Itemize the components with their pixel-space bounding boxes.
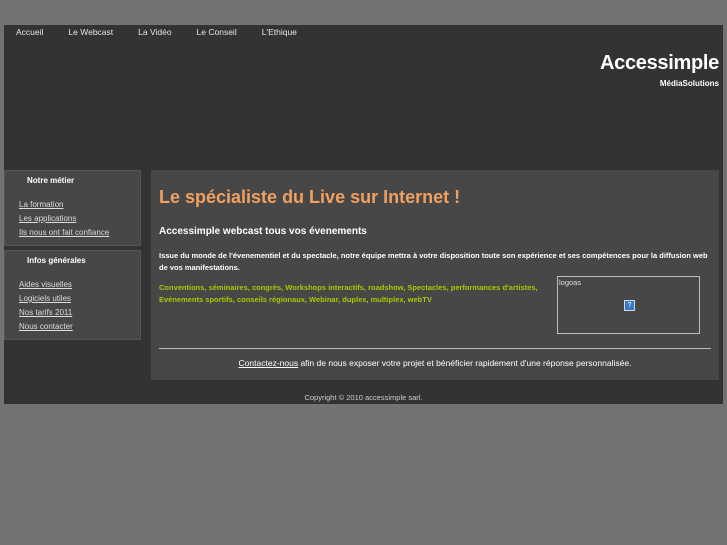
sidebar-link-confiance[interactable]: Ils nous ont fait confiance [19,228,109,237]
contact-text: afin de nous exposer votre projet et bén… [298,358,632,368]
event-types-line: Evénements sportifs, conseils régionaux,… [159,295,432,304]
event-types: Conventions, séminaires, congrès, Worksh… [159,282,551,306]
main-content: Le spécialiste du Live sur Internet ! Ac… [151,170,719,380]
page-frame: Accueil Le Webcast La Vidéo Le Conseil L… [4,25,723,404]
copyright: Copyright © 2010 accessimple sarl. [304,393,423,402]
sidebar-section-title: Notre métier [27,176,75,185]
nav-accueil[interactable]: Accueil [4,25,56,39]
sidebar: Notre métier La formation Les applicatio… [4,170,141,344]
brand-subtitle: MédiaSolutions [659,79,719,88]
sidebar-link-contact[interactable]: Nous contacter [19,322,73,331]
logos-label: logoas [559,278,582,287]
page-subheadline: Accessimple webcast tous vos évenements [159,226,367,237]
nav-le-webcast[interactable]: Le Webcast [56,25,126,39]
sidebar-link-tarifs[interactable]: Nos tarifs 2011 [19,308,72,317]
sidebar-link-logiciels[interactable]: Logiciels utiles [19,294,71,303]
top-navigation: Accueil Le Webcast La Vidéo Le Conseil L… [4,25,310,39]
sidebar-link-aides[interactable]: Aides visuelles [19,280,72,289]
sidebar-link-applications[interactable]: Les applications [19,214,76,223]
page-headline: Le spécialiste du Live sur Internet ! [159,187,461,207]
brand-logo: Accessimple MédiaSolutions [600,52,719,88]
nav-le-conseil[interactable]: Le Conseil [185,25,250,39]
contact-line: Contactez-nous afin de nous exposer votr… [151,358,719,368]
logos-box: logoas ? [557,276,700,334]
event-types-line: Conventions, séminaires, congrès, Worksh… [159,283,538,292]
sidebar-section-metier: Notre métier La formation Les applicatio… [4,170,141,246]
nav-la-video[interactable]: La Vidéo [126,25,184,39]
sidebar-section-infos: Infos générales Aides visuelles Logiciel… [4,250,141,340]
contact-link[interactable]: Contactez-nous [239,358,299,368]
brand-title: Accessimple [600,52,719,74]
sidebar-section-title: Infos générales [27,256,86,265]
nav-l-ethique[interactable]: L'Ethique [250,25,310,39]
intro-text: Issue du monde de l'évenementiel et du s… [159,251,708,272]
divider [159,348,711,349]
broken-image-icon: ? [624,300,635,311]
sidebar-link-formation[interactable]: La formation [19,200,63,209]
